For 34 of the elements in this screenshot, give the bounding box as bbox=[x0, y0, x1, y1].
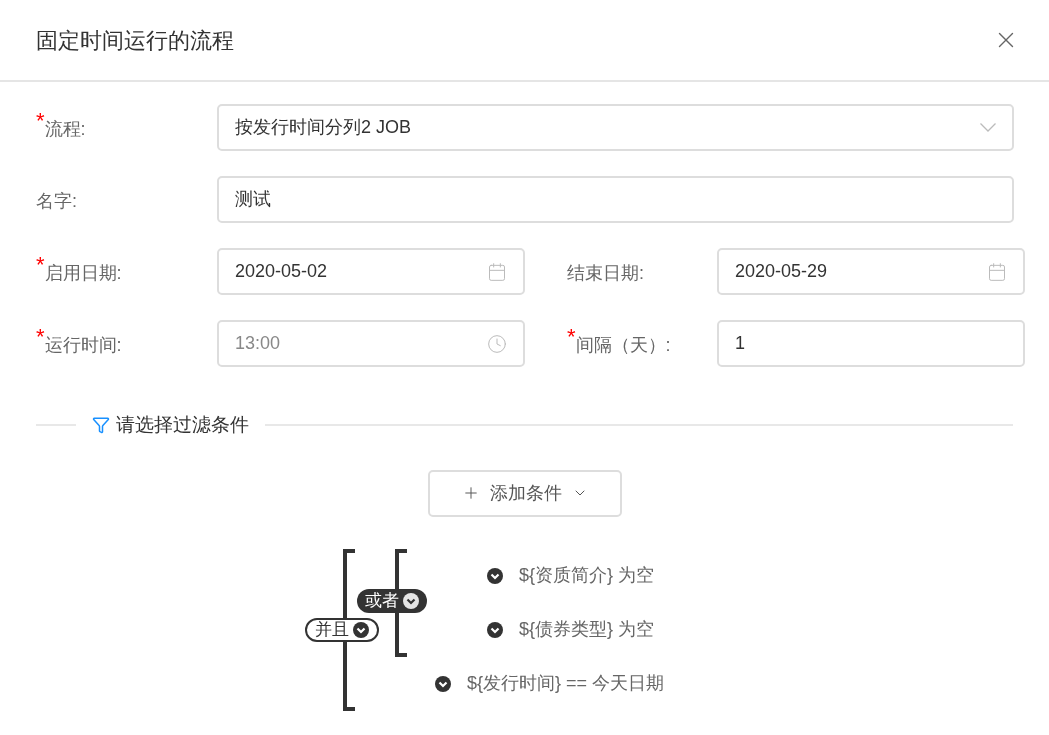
calendar-icon bbox=[487, 261, 507, 282]
condition-text: ${债券类型} 为空 bbox=[519, 618, 655, 641]
required-asterisk: * bbox=[36, 256, 45, 274]
chevron-down-circle-icon[interactable] bbox=[353, 621, 369, 638]
chevron-down-circle-icon[interactable] bbox=[435, 675, 451, 692]
add-condition-button[interactable]: 添加条件 bbox=[427, 469, 622, 517]
select-field[interactable]: 按发行时间分列2 JOB bbox=[217, 104, 1014, 151]
required-asterisk: * bbox=[567, 328, 576, 346]
required-asterisk: * bbox=[36, 112, 45, 130]
input-field[interactable]: 测试 bbox=[217, 176, 1014, 223]
chevron-down-icon bbox=[980, 123, 996, 132]
calendar-icon bbox=[987, 261, 1007, 282]
date-field[interactable]: 2020-05-29 bbox=[717, 248, 1025, 295]
field-label: 名字: bbox=[36, 190, 77, 213]
field-label: 流程: bbox=[44, 118, 86, 141]
required-asterisk: * bbox=[36, 328, 45, 346]
condition-text: ${资质简介} 为空 bbox=[519, 564, 655, 587]
field-label: 间隔（天）: bbox=[575, 334, 671, 357]
field-label: 启用日期: bbox=[44, 262, 122, 285]
chevron-down-circle-icon[interactable] bbox=[487, 567, 503, 584]
chevron-down-circle-icon[interactable] bbox=[403, 592, 419, 609]
condition-text: ${发行时间} == 今天日期 bbox=[467, 672, 665, 695]
field-label: 结束日期: bbox=[567, 262, 644, 285]
dialog-title: 固定时间运行的流程 bbox=[36, 26, 234, 55]
time-field[interactable]: 13:00 bbox=[217, 320, 525, 367]
input-field[interactable]: 1 bbox=[717, 320, 1025, 367]
operator-toggle[interactable]: 并且 bbox=[305, 617, 379, 642]
date-field[interactable]: 2020-05-02 bbox=[217, 248, 525, 295]
divider-label: 请选择过滤条件 bbox=[116, 413, 249, 437]
chevron-down-circle-icon[interactable] bbox=[487, 621, 503, 638]
filter-icon bbox=[92, 416, 110, 435]
field-label: 运行时间: bbox=[44, 334, 122, 357]
operator-toggle[interactable]: 或者 bbox=[357, 588, 427, 613]
clock-icon bbox=[487, 333, 507, 354]
